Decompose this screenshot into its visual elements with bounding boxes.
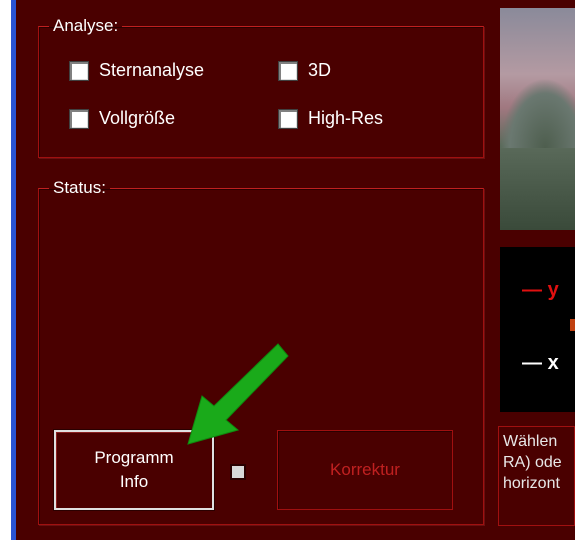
programm-info-line2: Info: [119, 472, 149, 491]
checkbox-box[interactable]: [69, 60, 89, 81]
checkbox-vollgroesse[interactable]: Vollgröße: [69, 108, 175, 129]
analyse-legend: Analyse:: [53, 16, 119, 35]
indicator-square: [230, 464, 246, 480]
programm-info-line1: Programm: [94, 448, 174, 467]
checkbox-label: High-Res: [308, 108, 384, 128]
analyse-group: Analyse:: [38, 16, 484, 158]
checkbox-box[interactable]: [278, 108, 298, 129]
hint-text: Wählen RA) ode horizont: [503, 433, 562, 492]
korrektur-button[interactable]: Korrektur: [277, 430, 453, 510]
preview-image: [500, 8, 575, 230]
hint-box: Wählen RA) ode horizont: [498, 426, 575, 526]
axis-x-label: — x: [522, 352, 559, 374]
checkbox-label: Sternanalyse: [99, 60, 205, 80]
axis-display: — y — x: [500, 247, 575, 412]
axis-y-label: — y: [522, 279, 559, 301]
checkbox-box[interactable]: [278, 60, 298, 81]
preview-hill: [500, 78, 575, 148]
checkbox-label: 3D: [308, 60, 332, 80]
checkbox-high-res[interactable]: High-Res: [278, 108, 383, 129]
korrektur-label: Korrektur: [330, 460, 400, 479]
checkbox-3d[interactable]: 3D: [278, 60, 331, 81]
checkbox-box[interactable]: [69, 108, 89, 129]
status-legend: Status:: [53, 178, 106, 197]
checkbox-label: Vollgröße: [99, 108, 176, 128]
axis-marker: [570, 319, 575, 331]
green-arrow-icon: [187, 343, 289, 445]
checkbox-sternanalyse[interactable]: Sternanalyse: [69, 60, 204, 81]
